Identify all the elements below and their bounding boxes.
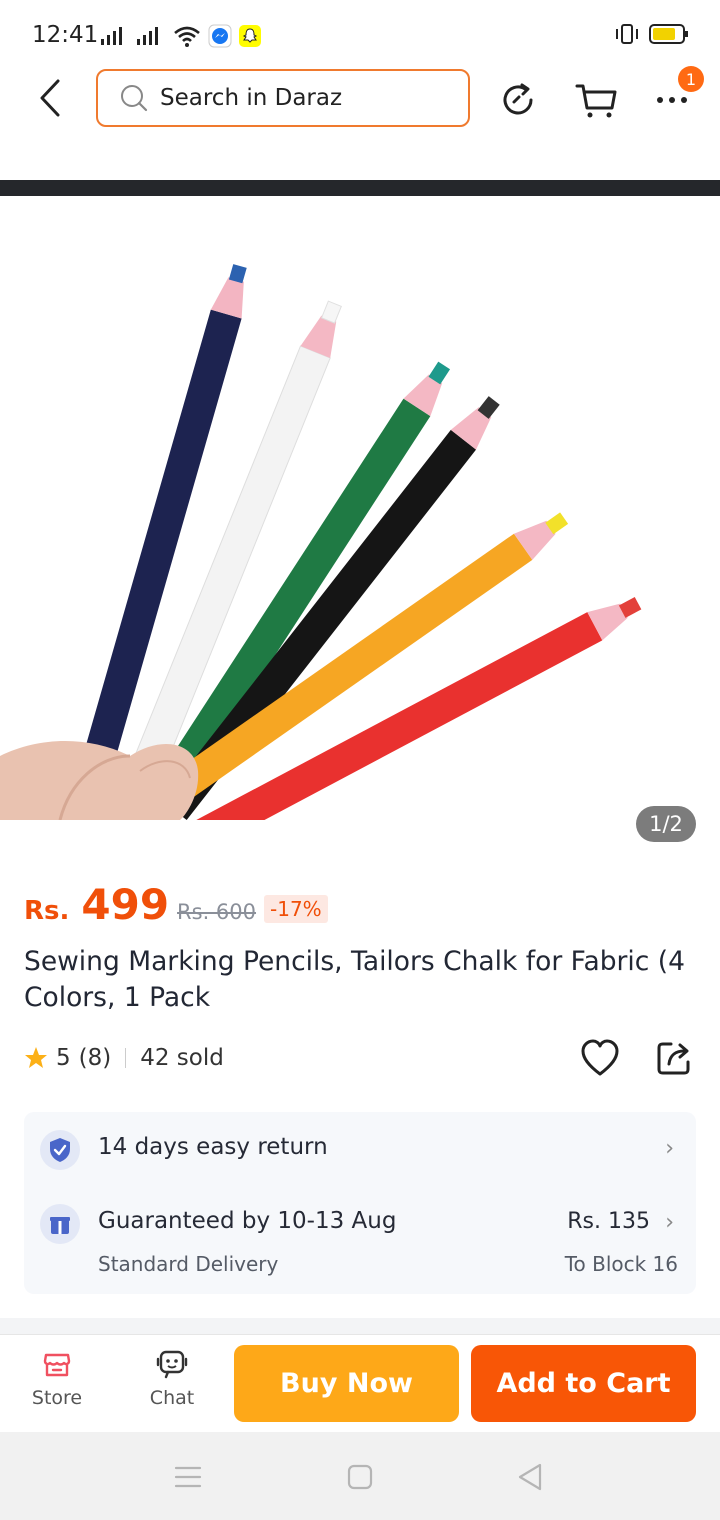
wishlist-button[interactable] (578, 1036, 622, 1080)
delivery-type: Standard Delivery (98, 1252, 279, 1276)
cart-icon (575, 84, 617, 118)
messenger-icon (208, 24, 232, 48)
delivery-box-icon (40, 1204, 80, 1244)
price-value: 499 (81, 880, 170, 929)
heart-icon (581, 1039, 619, 1076)
delivery-guarantee-label: Guaranteed by 10-13 Aug (98, 1208, 397, 1234)
back-button[interactable] (30, 74, 70, 122)
buy-now-button[interactable]: Buy Now (234, 1345, 459, 1422)
service-info-card: 14 days easy return › Guaranteed by 10-1… (24, 1112, 696, 1294)
system-back-button[interactable] (510, 1460, 550, 1494)
header-divider (0, 180, 720, 196)
refresh-arrow-icon (503, 83, 533, 115)
menu-lines-icon (174, 1466, 202, 1488)
chat-button[interactable]: Chat (127, 1349, 217, 1425)
store-label: Store (31, 1387, 83, 1409)
store-icon (43, 1353, 71, 1377)
price-row: Rs. 499 Rs. 600 -17% (24, 880, 328, 936)
chat-label: Chat (149, 1387, 195, 1409)
sold-count: 42 sold (140, 1045, 224, 1071)
store-button[interactable]: Store (12, 1349, 102, 1425)
add-to-cart-button[interactable]: Add to Cart (471, 1345, 696, 1422)
search-input[interactable]: Search in Daraz (96, 69, 470, 127)
home-button[interactable] (340, 1460, 380, 1494)
shipping-price: Rs. 135 (567, 1209, 650, 1234)
product-photo (0, 196, 720, 820)
rating-count: (8) (78, 1045, 112, 1071)
share-button[interactable] (652, 1036, 696, 1080)
bottom-action-bar: Store Chat Buy Now Add to Cart (0, 1334, 720, 1432)
system-navigation-bar (0, 1432, 720, 1520)
vibrate-icon (616, 24, 638, 44)
snapchat-icon (239, 25, 261, 47)
discount-badge: -17% (264, 895, 328, 923)
image-counter: 1/2 (636, 806, 696, 842)
signal-icon-2 (137, 27, 158, 45)
status-time: 12:41 (32, 22, 99, 48)
price-currency: Rs. (24, 896, 70, 926)
rating-value: 5 (56, 1045, 71, 1071)
more-menu-button[interactable]: 1 (648, 66, 704, 124)
chevron-right-icon: › (665, 1210, 674, 1235)
share-icon (657, 1042, 690, 1075)
battery-icon (649, 24, 688, 44)
product-image[interactable] (0, 196, 720, 820)
original-price: Rs. 600 (177, 900, 257, 924)
rating-divider (125, 1048, 127, 1068)
cart-button[interactable] (572, 76, 620, 124)
back-triangle-icon (518, 1463, 542, 1491)
more-dots-icon (657, 97, 687, 103)
recent-apps-button[interactable] (168, 1460, 208, 1494)
back-arrow-icon (40, 79, 60, 117)
chevron-right-icon: › (665, 1136, 674, 1161)
top-header: Search in Daraz 1 (0, 66, 720, 130)
status-bar: 12:41 (0, 0, 720, 70)
search-icon (121, 85, 148, 112)
signal-icon (101, 27, 122, 45)
return-policy-label: 14 days easy return (98, 1134, 328, 1160)
rating-row[interactable]: 5 (8) 42 sold (24, 1040, 224, 1076)
status-icons-right (612, 22, 690, 46)
star-icon (25, 1047, 47, 1068)
home-square-icon (347, 1464, 373, 1490)
product-title: Sewing Marking Pencils, Tailors Chalk fo… (24, 946, 685, 1013)
search-placeholder: Search in Daraz (160, 85, 343, 111)
delivery-row[interactable]: Guaranteed by 10-13 Aug Standard Deliver… (24, 1200, 696, 1294)
shield-check-icon (40, 1130, 80, 1170)
wifi-icon (174, 26, 200, 47)
chat-icon (156, 1350, 188, 1379)
notification-badge: 1 (678, 66, 704, 92)
status-icons-left (100, 22, 262, 50)
delivery-destination: To Block 16 (564, 1252, 678, 1276)
history-button[interactable] (494, 76, 542, 124)
return-policy-row[interactable]: 14 days easy return › (24, 1112, 696, 1188)
section-divider (0, 1318, 720, 1334)
